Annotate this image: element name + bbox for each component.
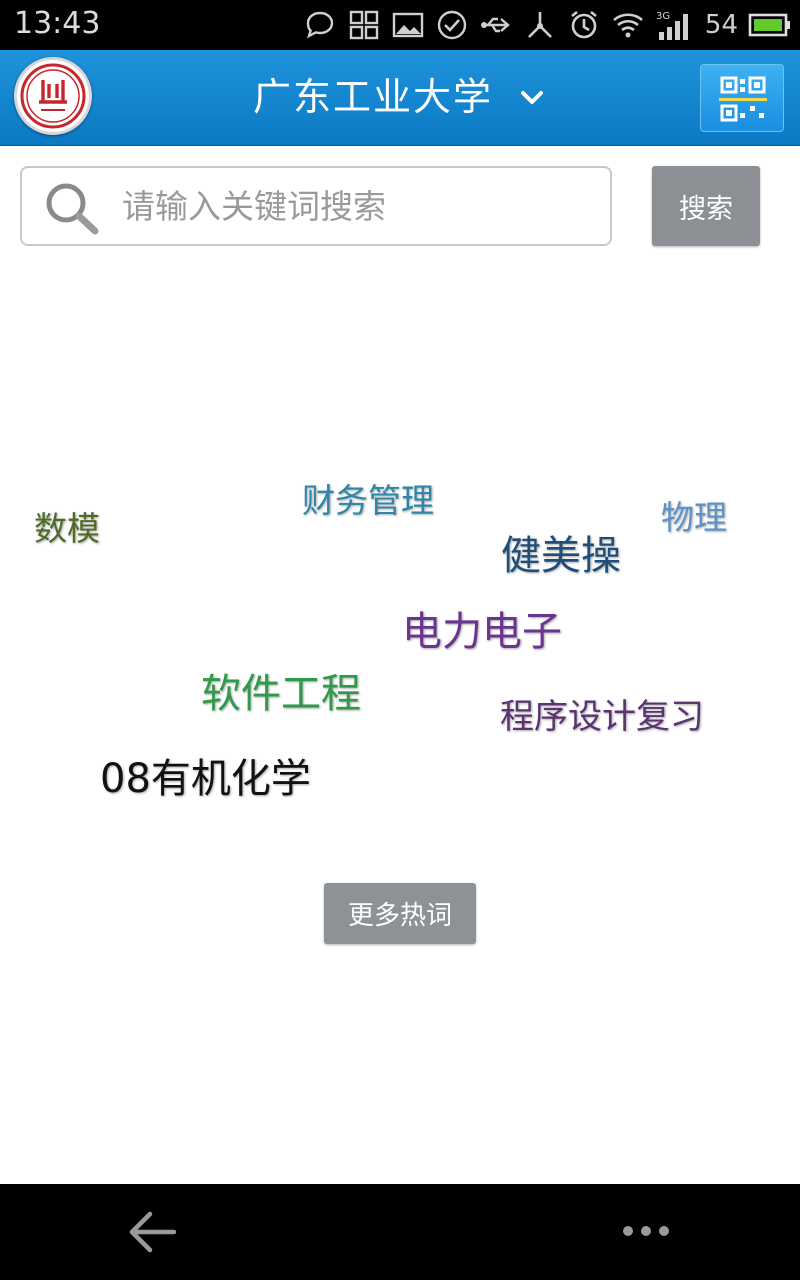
hot-word-dianlidianzi[interactable]: 电力电子 xyxy=(402,599,562,657)
battery-percent: 54 xyxy=(704,10,738,40)
qr-scan-icon xyxy=(719,76,767,122)
school-title[interactable]: 广东工业大学 xyxy=(253,72,493,122)
alarm-icon xyxy=(571,10,597,39)
status-bar: 13:43 3G 54 xyxy=(0,0,800,50)
grid-app-icon xyxy=(349,10,379,40)
hot-word-wuli[interactable]: 物理 xyxy=(661,491,727,539)
more-hot-words-button[interactable]: 更多热词 xyxy=(324,883,476,944)
app-header: 广东工业大学 xyxy=(0,50,800,146)
back-arrow-icon[interactable] xyxy=(126,1208,178,1256)
network-type-label: 3G xyxy=(656,11,670,22)
hot-word-jianmeicao[interactable]: 健美操 xyxy=(501,523,621,581)
image-icon xyxy=(392,12,424,38)
chat-icon xyxy=(306,11,334,39)
debug-icon xyxy=(527,12,552,38)
hot-word-chengxusheji[interactable]: 程序设计复习 xyxy=(500,689,704,738)
hot-word-shumo[interactable]: 数模 xyxy=(34,502,100,550)
search-icon xyxy=(46,183,99,235)
search-button[interactable]: 搜索 xyxy=(652,166,760,246)
signal-icon: 3G xyxy=(656,11,688,40)
usb-icon xyxy=(480,17,510,33)
hot-word-ruanjiangongcheng[interactable]: 软件工程 xyxy=(201,661,361,719)
status-icons: 3G 54 xyxy=(303,6,792,44)
status-time: 13:43 xyxy=(14,6,101,41)
search-box xyxy=(20,166,612,246)
chevron-down-icon[interactable] xyxy=(518,84,546,112)
search-input[interactable] xyxy=(120,172,600,240)
battery-icon xyxy=(748,13,790,37)
more-dots-icon[interactable] xyxy=(620,1220,672,1242)
qr-scan-button[interactable] xyxy=(700,64,784,132)
nav-bar xyxy=(0,1184,800,1280)
hot-word-caiwuguanli[interactable]: 财务管理 xyxy=(302,474,434,522)
hot-word-youjihuaxue[interactable]: 08有机化学 xyxy=(100,746,311,804)
university-seal-icon[interactable] xyxy=(14,57,92,135)
check-circle-icon xyxy=(437,10,467,40)
wifi-icon xyxy=(613,13,643,38)
